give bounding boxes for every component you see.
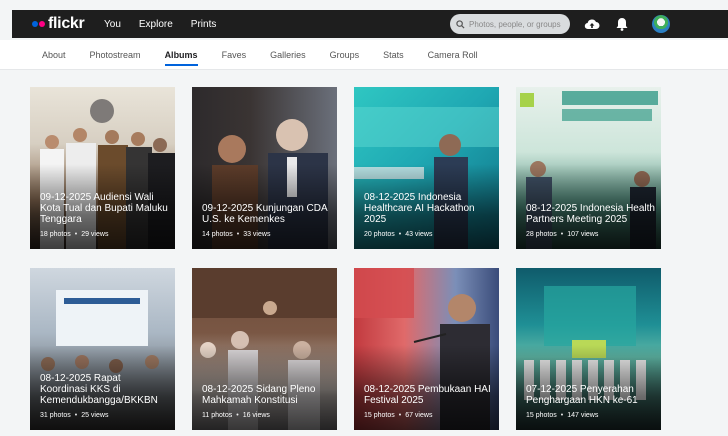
separator: • bbox=[560, 231, 564, 238]
album-meta: 31 photos • 25 views bbox=[40, 412, 169, 419]
photo-count: 31 photos bbox=[40, 412, 71, 419]
photo-count: 18 photos bbox=[40, 231, 71, 238]
album-title: 08-12-2025 Sidang Pleno Mahkamah Konstit… bbox=[202, 384, 316, 406]
photo-count: 14 photos bbox=[202, 231, 233, 238]
view-count: 43 views bbox=[405, 231, 433, 238]
album-card[interactable]: 08-12-2025 Rapat Koordinasi KKS di Kemen… bbox=[30, 268, 175, 430]
main-nav: You Explore Prints bbox=[104, 10, 216, 38]
profile-subnav: About Photostream Albums Faves Galleries… bbox=[0, 40, 728, 70]
separator: • bbox=[398, 231, 402, 238]
album-meta: 15 photos • 67 views bbox=[364, 412, 493, 419]
albums-grid: 09-12-2025 Audiensi Wali Kota Tual dan B… bbox=[30, 87, 662, 430]
view-count: 33 views bbox=[243, 231, 271, 238]
album-card[interactable]: 08-12-2025 Indonesia Health Partners Mee… bbox=[516, 87, 661, 249]
album-meta: 15 photos • 147 views bbox=[526, 412, 655, 419]
photo-count: 28 photos bbox=[526, 231, 557, 238]
search-icon bbox=[456, 19, 465, 29]
album-title: 08-12-2025 Pembukaan HAI Festival 2025 bbox=[364, 384, 491, 406]
separator: • bbox=[560, 412, 564, 419]
view-count: 147 views bbox=[567, 412, 599, 419]
logo-pink-dot bbox=[39, 21, 45, 27]
view-count: 107 views bbox=[567, 231, 599, 238]
album-title: 08-12-2025 Indonesia Healthcare AI Hacka… bbox=[364, 192, 475, 225]
album-meta: 14 photos • 33 views bbox=[202, 231, 331, 238]
top-bar: flickr You Explore Prints bbox=[0, 0, 728, 40]
photo-count: 20 photos bbox=[364, 231, 395, 238]
separator: • bbox=[74, 412, 78, 419]
tab-camera-roll[interactable]: Camera Roll bbox=[428, 40, 478, 70]
view-count: 67 views bbox=[405, 412, 433, 419]
tab-groups[interactable]: Groups bbox=[330, 40, 360, 70]
photo-count: 15 photos bbox=[364, 412, 395, 419]
photo-count: 11 photos bbox=[202, 412, 233, 419]
search-input[interactable] bbox=[469, 19, 565, 29]
nav-prints[interactable]: Prints bbox=[191, 19, 217, 30]
notification-bell-icon[interactable] bbox=[614, 16, 630, 32]
album-title: 09-12-2025 Audiensi Wali Kota Tual dan B… bbox=[40, 192, 168, 225]
logo-text: flickr bbox=[48, 15, 85, 32]
album-meta: 28 photos • 107 views bbox=[526, 231, 655, 238]
logo-blue-dot bbox=[32, 21, 38, 27]
tab-stats[interactable]: Stats bbox=[383, 40, 404, 70]
album-card[interactable]: 08-12-2025 Indonesia Healthcare AI Hacka… bbox=[354, 87, 499, 249]
search-box[interactable] bbox=[450, 14, 570, 34]
album-meta: 18 photos • 29 views bbox=[40, 231, 169, 238]
tab-galleries[interactable]: Galleries bbox=[270, 40, 306, 70]
album-title: 09-12-2025 Kunjungan CDA U.S. ke Kemenke… bbox=[202, 203, 328, 225]
album-meta: 20 photos • 43 views bbox=[364, 231, 493, 238]
tab-albums[interactable]: Albums bbox=[164, 40, 198, 70]
view-count: 16 views bbox=[242, 412, 270, 419]
header: flickr You Explore Prints bbox=[12, 10, 728, 38]
flickr-logo[interactable]: flickr bbox=[32, 15, 85, 33]
album-meta: 11 photos • 16 views bbox=[202, 412, 331, 419]
photo-count: 15 photos bbox=[526, 412, 557, 419]
view-count: 25 views bbox=[81, 412, 109, 419]
avatar[interactable] bbox=[652, 15, 670, 33]
upload-cloud-icon[interactable] bbox=[584, 16, 600, 32]
album-card[interactable]: 09-12-2025 Kunjungan CDA U.S. ke Kemenke… bbox=[192, 87, 337, 249]
album-card[interactable]: 08-12-2025 Pembukaan HAI Festival 2025 1… bbox=[354, 268, 499, 430]
separator: • bbox=[398, 412, 402, 419]
album-title: 07-12-2025 Penyerahan Penghargaan HKN ke… bbox=[526, 384, 638, 406]
nav-you[interactable]: You bbox=[104, 19, 121, 30]
tab-faves[interactable]: Faves bbox=[222, 40, 247, 70]
album-title: 08-12-2025 Indonesia Health Partners Mee… bbox=[526, 203, 655, 225]
tab-about[interactable]: About bbox=[42, 40, 66, 70]
album-card[interactable]: 07-12-2025 Penyerahan Penghargaan HKN ke… bbox=[516, 268, 661, 430]
separator: • bbox=[236, 412, 239, 419]
separator: • bbox=[74, 231, 78, 238]
album-card[interactable]: 09-12-2025 Audiensi Wali Kota Tual dan B… bbox=[30, 87, 175, 249]
nav-explore[interactable]: Explore bbox=[139, 19, 173, 30]
view-count: 29 views bbox=[81, 231, 109, 238]
separator: • bbox=[236, 231, 240, 238]
album-title: 08-12-2025 Rapat Koordinasi KKS di Kemen… bbox=[40, 373, 158, 406]
album-card[interactable]: 08-12-2025 Sidang Pleno Mahkamah Konstit… bbox=[192, 268, 337, 430]
tab-photostream[interactable]: Photostream bbox=[90, 40, 141, 70]
